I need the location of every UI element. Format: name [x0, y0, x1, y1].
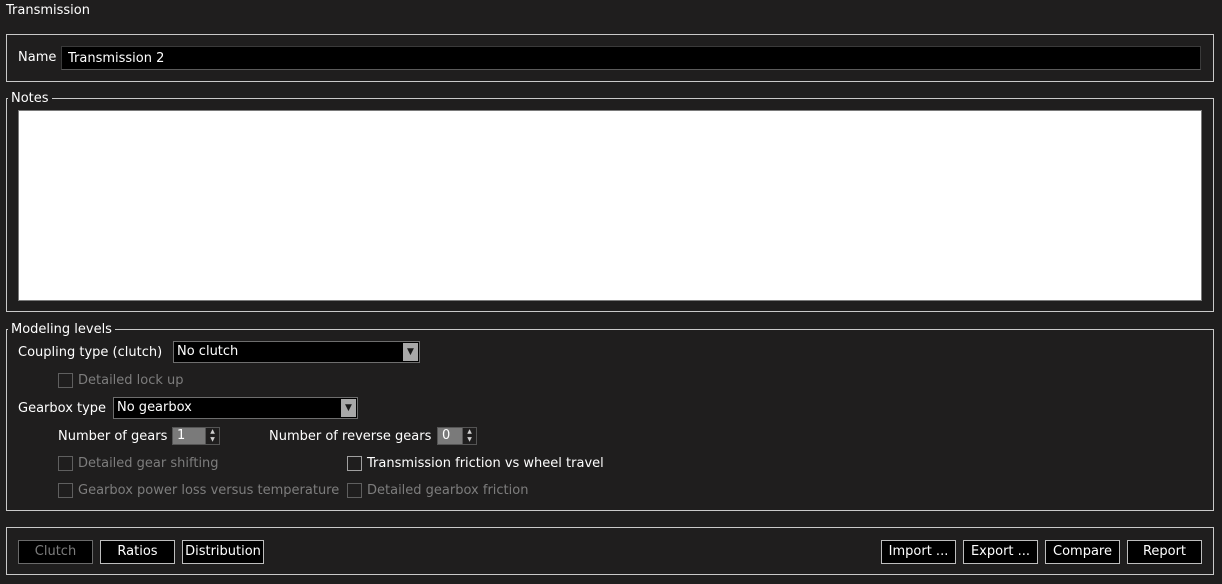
power-loss-vs-temperature-checkbox[interactable]	[58, 483, 73, 498]
arrow-down-icon[interactable]: ▼	[463, 436, 476, 444]
arrow-up-icon[interactable]: ▲	[206, 428, 219, 436]
report-button[interactable]: Report	[1127, 540, 1202, 564]
arrow-down-icon[interactable]: ▼	[206, 436, 219, 444]
import-button[interactable]: Import ...	[881, 540, 956, 564]
coupling-type-label: Coupling type (clutch)	[18, 345, 163, 360]
number-of-gears-value: 1	[177, 428, 186, 443]
friction-vs-wheel-travel-label: Transmission friction vs wheel travel	[367, 456, 604, 471]
arrow-up-icon[interactable]: ▲	[463, 428, 476, 436]
chevron-down-icon[interactable]: ▼	[403, 343, 418, 361]
notes-textarea[interactable]	[18, 110, 1202, 301]
detailed-gearbox-friction-label: Detailed gearbox friction	[367, 483, 529, 498]
clutch-button[interactable]: Clutch	[18, 540, 93, 564]
name-input[interactable]	[61, 46, 1201, 70]
number-of-reverse-gears-value: 0	[442, 428, 451, 443]
distribution-button[interactable]: Distribution	[182, 540, 264, 564]
gearbox-type-value: No gearbox	[117, 400, 192, 415]
chevron-down-icon[interactable]: ▼	[341, 399, 356, 417]
compare-button[interactable]: Compare	[1045, 540, 1120, 564]
coupling-type-value: No clutch	[177, 344, 239, 359]
ratios-button[interactable]: Ratios	[100, 540, 175, 564]
number-of-gears-label: Number of gears	[58, 429, 168, 444]
gearbox-type-label: Gearbox type	[18, 401, 107, 416]
notes-legend: Notes	[8, 91, 52, 106]
detailed-gear-shifting-checkbox[interactable]	[58, 456, 73, 471]
detailed-lockup-label: Detailed lock up	[78, 373, 184, 388]
coupling-type-select[interactable]: No clutch ▼	[173, 341, 420, 363]
name-label: Name	[18, 50, 57, 65]
export-button[interactable]: Export ...	[963, 540, 1038, 564]
detailed-gearbox-friction-checkbox[interactable]	[347, 483, 362, 498]
detailed-gear-shifting-label: Detailed gear shifting	[78, 456, 219, 471]
modeling-levels-legend: Modeling levels	[8, 322, 115, 337]
gearbox-type-select[interactable]: No gearbox ▼	[113, 397, 358, 419]
number-of-reverse-gears-label: Number of reverse gears	[269, 429, 432, 444]
friction-vs-wheel-travel-checkbox[interactable]	[347, 456, 362, 471]
detailed-lockup-checkbox[interactable]	[58, 373, 73, 388]
power-loss-vs-temperature-label: Gearbox power loss versus temperature	[78, 483, 340, 498]
number-of-reverse-gears-spinbox[interactable]: 0 ▲ ▼	[437, 427, 477, 445]
number-of-gears-spinbox[interactable]: 1 ▲ ▼	[172, 427, 220, 445]
window-title: Transmission	[6, 3, 90, 18]
